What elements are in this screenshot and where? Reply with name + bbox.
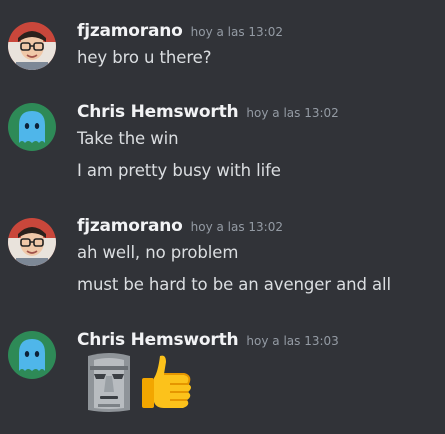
username[interactable]: Chris Hemsworth — [77, 102, 239, 122]
username[interactable]: fjzamorano — [77, 216, 183, 236]
message-text: hey bro u there? — [77, 48, 212, 67]
chat-log: fjzamorano hoy a las 13:02 hey bro u ther… — [0, 0, 445, 434]
timestamp[interactable]: hoy a las 13:02 — [191, 25, 283, 39]
username[interactable]: Chris Hemsworth — [77, 330, 239, 350]
timestamp[interactable]: hoy a las 13:03 — [246, 334, 338, 348]
avatar-chris-hemsworth[interactable] — [8, 103, 56, 151]
message-text: I am pretty busy with life — [77, 161, 281, 180]
person-avatar-icon — [8, 22, 56, 70]
message-text: Take the win — [77, 129, 179, 148]
message-text: must be hard to be an avenger and all — [77, 275, 391, 294]
username[interactable]: fjzamorano — [77, 21, 183, 41]
avatar-fjzamorano[interactable] — [8, 218, 56, 266]
ghost-avatar-icon — [8, 103, 56, 151]
timestamp[interactable]: hoy a las 13:02 — [191, 220, 283, 234]
timestamp[interactable]: hoy a las 13:02 — [246, 106, 338, 120]
message-text: ah well, no problem — [77, 243, 239, 262]
avatar-chris-hemsworth[interactable] — [8, 331, 56, 379]
thumbs-up-emoji[interactable] — [138, 352, 196, 414]
ghost-avatar-icon — [8, 331, 56, 379]
person-avatar-icon — [8, 218, 56, 266]
avatar-fjzamorano[interactable] — [8, 22, 56, 70]
moai-emoji[interactable] — [80, 352, 138, 414]
